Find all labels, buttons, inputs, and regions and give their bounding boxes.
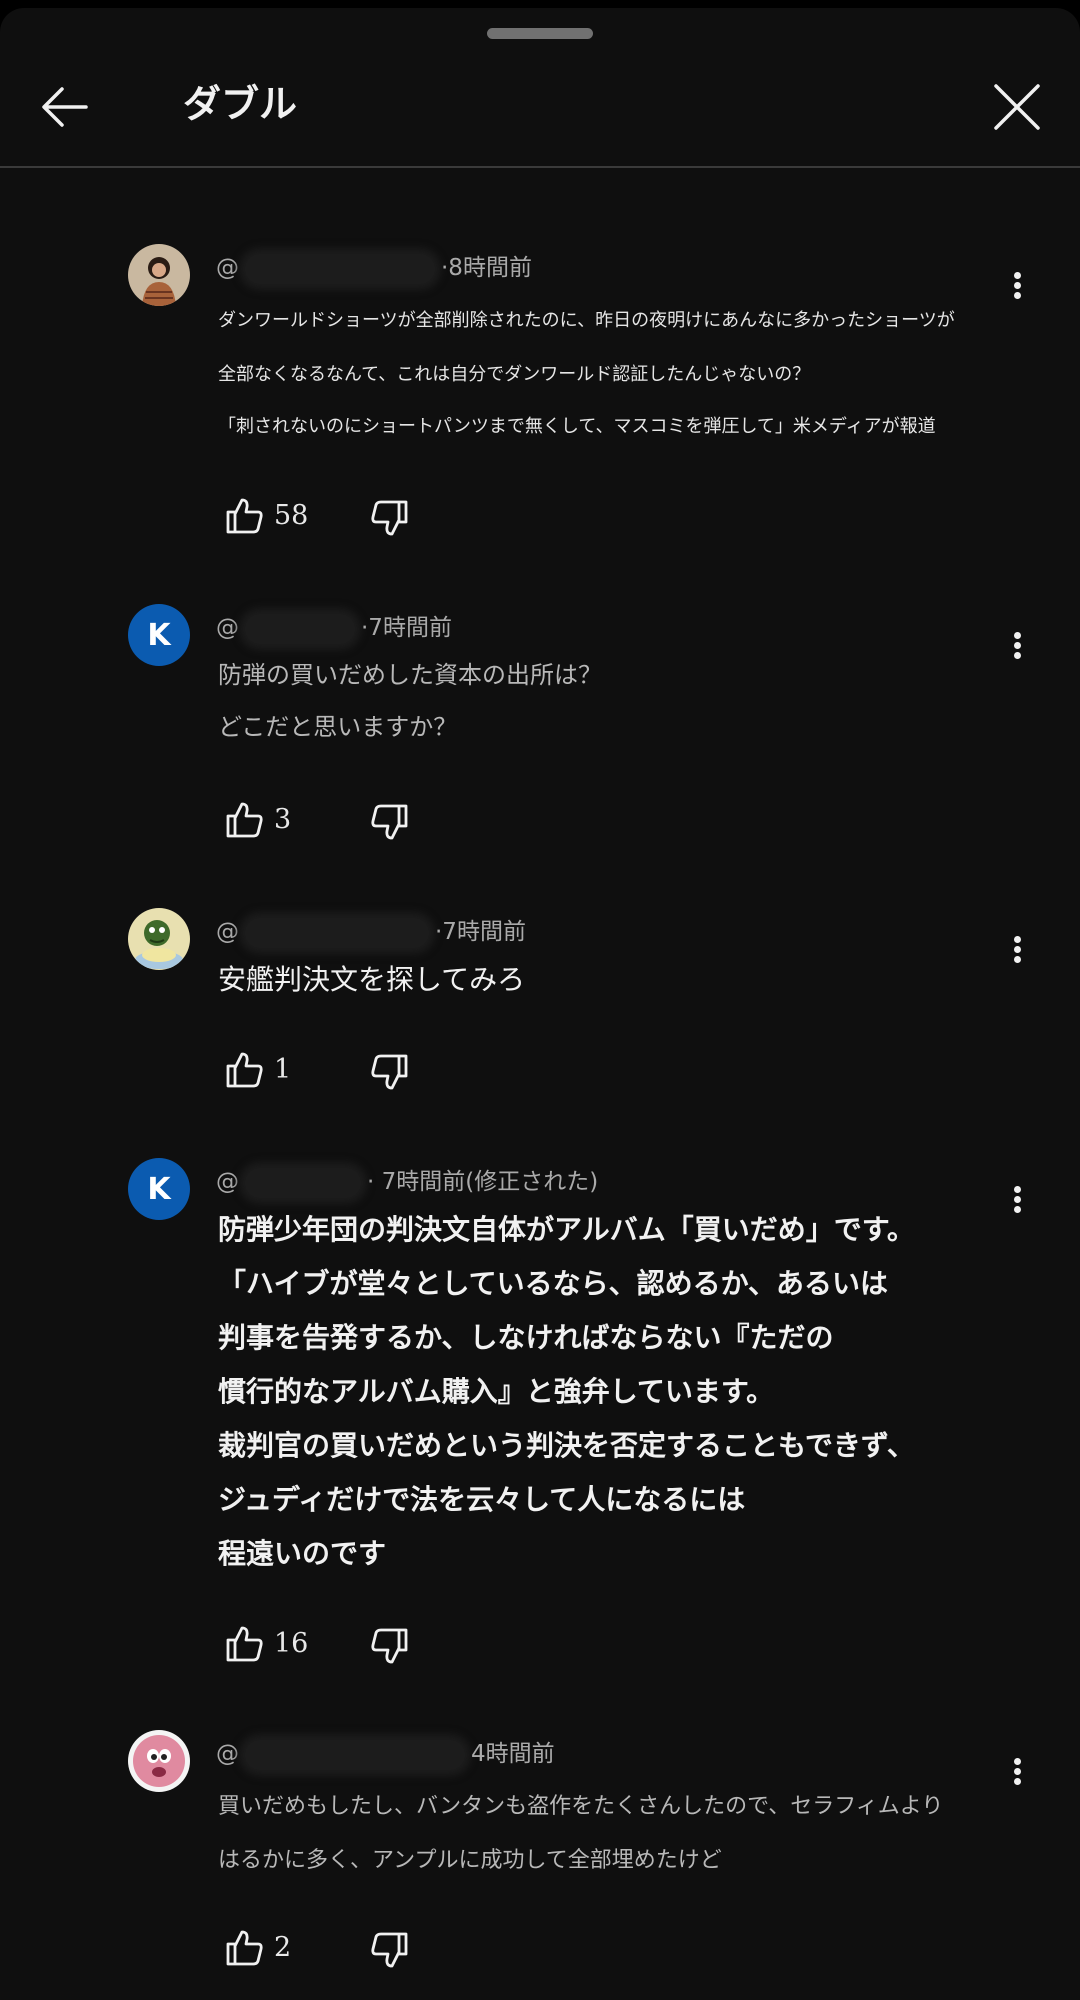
author-handle-redacted[interactable] [245, 1167, 361, 1198]
author-at[interactable]: @ [216, 615, 239, 641]
comment-meta: @ ·8時間前 [216, 248, 532, 284]
author-handle-redacted[interactable] [245, 917, 429, 948]
comment-meta: @ ·7時間前 [216, 912, 526, 948]
like-count: 2 [274, 1932, 292, 1963]
more-vert-icon[interactable] [1000, 624, 1034, 664]
like-count: 58 [274, 500, 309, 531]
author-handle-redacted[interactable] [245, 1739, 465, 1770]
comment-text-line: 防弾の買いだめした資本の出所は？ [218, 661, 602, 689]
comment-time: ·7時間前 [435, 919, 526, 945]
thumb-up-icon[interactable] [222, 1622, 266, 1666]
avatar[interactable] [128, 244, 190, 306]
comment-time: 4時間前 [471, 1741, 555, 1767]
like-count: 1 [274, 1054, 292, 1085]
comments-sheet: ダブル @ ·8時間前 ダンワールドショーツが全部削除されたのに、昨日の夜明けにあ… [0, 8, 1080, 2000]
comment-text-line: どこだと思いますか？ [218, 713, 458, 741]
comment-meta: @4時間前 [216, 1734, 555, 1770]
avatar[interactable] [128, 908, 190, 970]
comment-text-line: 安艦判決文を探してみろ [218, 963, 526, 996]
comment-text-line: 「刺されないのにショートパンツまで無くして、マスコミを弾圧して」米メディアが報道 [218, 416, 936, 437]
avatar[interactable]: K [128, 604, 190, 666]
comment-time: ·8時間前 [441, 255, 532, 281]
avatar[interactable]: K [128, 1158, 190, 1220]
more-vert-icon[interactable] [1000, 264, 1034, 304]
comment-text-line: ジュディだけで法を云々して人になるには [218, 1483, 746, 1516]
thumb-up-icon[interactable] [222, 494, 266, 538]
author-handle-redacted[interactable] [245, 613, 355, 644]
thumb-up-icon[interactable] [222, 1926, 266, 1970]
comment-actions: 16 [218, 1622, 618, 1670]
comment-text-line: 全部なくなるなんて、これは自分でダンワールド認証したんじゃないの？ [218, 364, 811, 385]
comment-time: · 7時間前(修正された) [367, 1169, 599, 1195]
comment-text-line: 裁判官の買いだめという判決を否定することもできず、 [218, 1429, 915, 1462]
thumb-down-icon[interactable] [368, 1624, 412, 1668]
thumb-down-icon[interactable] [368, 1928, 412, 1972]
comment-text-line: 買いだめもしたし、バンタンも盗作をたくさんしたので、セラフィムより [218, 1794, 944, 1819]
comment-text-line: 慣行的なアルバム購入』と強弁しています。 [218, 1375, 775, 1408]
more-vert-icon[interactable] [1000, 928, 1034, 968]
author-at[interactable]: @ [216, 255, 239, 281]
author-handle-redacted[interactable] [245, 253, 435, 284]
header: ダブル [0, 8, 1080, 168]
comment-time: ·7時間前 [361, 615, 452, 641]
like-count: 16 [274, 1628, 309, 1659]
like-count: 3 [274, 804, 292, 835]
avatar[interactable] [128, 1730, 190, 1792]
header-divider [0, 166, 1080, 168]
more-vert-icon[interactable] [1000, 1750, 1034, 1790]
comment-actions: 1 [218, 1048, 618, 1096]
thumb-down-icon[interactable] [368, 800, 412, 844]
thumb-down-icon[interactable] [368, 496, 412, 540]
thumb-up-icon[interactable] [222, 798, 266, 842]
comment-meta: @ · 7時間前(修正された) [216, 1162, 599, 1198]
comment-text-line: 「ハイブが堂々としているなら、認めるか、あるいは [218, 1267, 889, 1300]
comment-actions: 2 [218, 1926, 618, 1974]
comment-meta: @ ·7時間前 [216, 608, 452, 644]
comment-actions: 3 [218, 798, 618, 846]
comment-text-line: 判事を告発するか、しなければならない『ただの [218, 1321, 834, 1354]
comment-text-line: ダンワールドショーツが全部削除されたのに、昨日の夜明けにあんなに多かったショーツ… [218, 310, 955, 331]
author-at[interactable]: @ [216, 1741, 239, 1767]
author-at[interactable]: @ [216, 1169, 239, 1195]
comment-text-line: 防弾少年団の判決文自体がアルバム「買いだめ」です。 [218, 1213, 915, 1246]
back-arrow-icon[interactable] [38, 80, 92, 134]
thumb-up-icon[interactable] [222, 1048, 266, 1092]
thumb-down-icon[interactable] [368, 1050, 412, 1094]
comment-text-line: 程遠いのです [218, 1537, 387, 1570]
more-vert-icon[interactable] [1000, 1178, 1034, 1218]
comment-actions: 58 [218, 494, 618, 542]
comment-text-line: はるかに多く、アンプルに成功して全部埋めたけど [218, 1848, 722, 1873]
close-icon[interactable] [990, 80, 1044, 134]
author-at[interactable]: @ [216, 919, 239, 945]
page-title: ダブル [183, 82, 298, 126]
